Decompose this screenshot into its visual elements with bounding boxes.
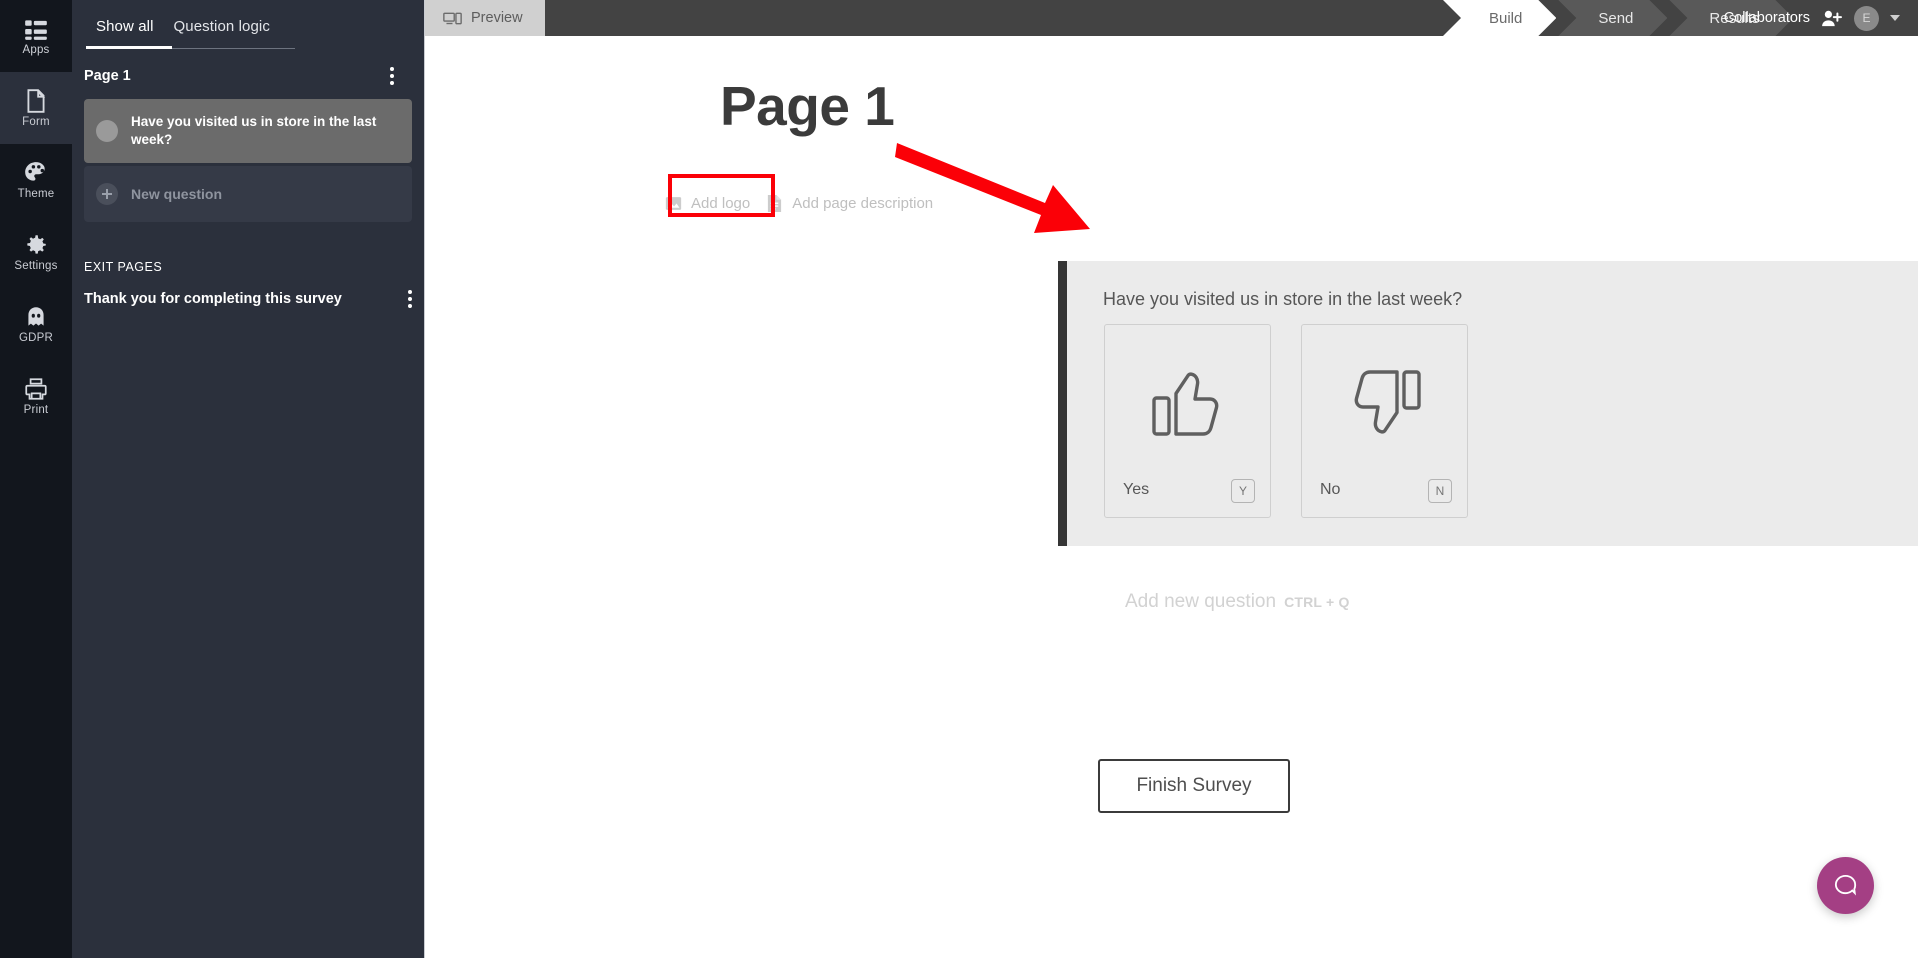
monitor-icon — [443, 11, 462, 26]
finish-survey-button[interactable]: Finish Survey — [1098, 759, 1290, 813]
rail-item-theme[interactable]: Theme — [0, 144, 72, 216]
page-options-kebab-icon[interactable] — [378, 63, 406, 89]
plus-icon — [96, 183, 118, 206]
description-document-icon — [766, 194, 783, 213]
add-logo-button[interactable]: Add logo — [657, 188, 758, 219]
rail-item-apps[interactable]: Apps — [0, 0, 72, 72]
add-page-description-label: Add page description — [792, 195, 934, 212]
choice-card-no[interactable]: No N — [1301, 324, 1468, 518]
rail-label-apps: Apps — [22, 43, 50, 56]
add-new-question-button[interactable]: Add new question CTRL + Q — [1125, 591, 1350, 613]
step-build[interactable]: Build — [1443, 0, 1556, 36]
sidebar-page-header: Page 1 — [72, 49, 424, 99]
preview-label: Preview — [471, 10, 523, 26]
sidebar-question-label: Have you visited us in store in the last… — [131, 114, 377, 148]
rail-item-gdpr[interactable]: GDPR — [0, 288, 72, 360]
left-icon-rail: Apps Form Theme Settings GDPR Print — [0, 0, 72, 958]
survey-builder-app: Apps Form Theme Settings GDPR Print Show… — [0, 0, 1918, 958]
question-accent-bar — [1058, 261, 1067, 546]
image-placeholder-icon — [665, 195, 682, 212]
chat-bubble-icon — [1832, 872, 1859, 899]
sidebar-page-title: Page 1 — [84, 68, 131, 84]
add-person-icon[interactable] — [1821, 9, 1843, 27]
exit-page-label: Thank you for completing this survey — [84, 291, 342, 308]
preview-button[interactable]: Preview — [425, 0, 545, 36]
tab-underline-rest — [172, 48, 295, 49]
finish-survey-label: Finish Survey — [1136, 775, 1252, 796]
exit-page-options-kebab-icon[interactable] — [396, 286, 424, 312]
sidebar-question-list: Have you visited us in store in the last… — [72, 99, 424, 223]
rail-label-print: Print — [23, 403, 49, 416]
collaborators-label[interactable]: Collaborators — [1724, 10, 1810, 26]
collaborators-area: Collaborators E — [1724, 0, 1900, 36]
question-title[interactable]: Have you visited us in store in the last… — [1103, 289, 1462, 310]
ghost-icon — [23, 304, 49, 330]
rail-label-settings: Settings — [14, 259, 58, 272]
sidebar-tabs: Show all Question logic — [72, 0, 424, 46]
help-chat-button[interactable] — [1817, 857, 1874, 914]
add-new-question-shortcut: CTRL + Q — [1284, 594, 1350, 610]
question-choices: Yes Y No N — [1104, 324, 1468, 518]
thumbs-down-icon — [1345, 366, 1425, 440]
step-send[interactable]: Send — [1558, 0, 1667, 36]
choice-card-yes[interactable]: Yes Y — [1104, 324, 1271, 518]
printer-icon — [23, 376, 49, 402]
palette-icon — [23, 160, 49, 186]
user-avatar[interactable]: E — [1854, 5, 1879, 31]
gear-icon — [23, 232, 49, 258]
thumbs-up-icon — [1148, 366, 1228, 440]
rail-label-gdpr: GDPR — [18, 331, 54, 344]
question-type-bullet-icon — [96, 120, 118, 143]
sidebar-question-item[interactable]: Have you visited us in store in the last… — [84, 99, 412, 164]
document-page-icon — [23, 88, 49, 114]
sidebar-new-question-label: New question — [131, 185, 223, 202]
sidebar-new-question-item[interactable]: New question — [84, 166, 412, 223]
exit-page-item[interactable]: Thank you for completing this survey — [72, 274, 424, 312]
choice-shortcut-no: N — [1428, 479, 1452, 503]
tab-show-all[interactable]: Show all — [86, 18, 164, 46]
page-meta-actions: Add logo Add page description — [657, 187, 941, 220]
rail-label-theme: Theme — [17, 187, 55, 200]
page-heading[interactable]: Page 1 — [720, 74, 895, 138]
exit-pages-heading: EXIT PAGES — [84, 260, 163, 275]
rail-item-print[interactable]: Print — [0, 360, 72, 432]
add-logo-label: Add logo — [691, 195, 751, 212]
choice-label-yes: Yes — [1123, 481, 1150, 498]
rail-item-settings[interactable]: Settings — [0, 216, 72, 288]
survey-canvas: Page 1 Add logo Add page description Hav… — [425, 36, 1918, 958]
add-page-description-button[interactable]: Add page description — [758, 187, 941, 220]
top-bar: Preview Build Send Results Collaborators… — [425, 0, 1918, 36]
tab-underline-active — [86, 46, 172, 49]
tab-question-logic[interactable]: Question logic — [164, 18, 280, 46]
apps-grid-icon — [23, 16, 49, 42]
question-sidebar: Show all Question logic Page 1 Have you … — [72, 0, 425, 958]
add-new-question-label: Add new question — [1125, 591, 1277, 612]
rail-item-form[interactable]: Form — [0, 72, 72, 144]
chevron-down-icon[interactable] — [1890, 15, 1900, 21]
rail-label-form: Form — [22, 115, 50, 128]
choice-shortcut-yes: Y — [1231, 479, 1255, 503]
question-block[interactable]: Have you visited us in store in the last… — [1058, 261, 1918, 546]
choice-label-no: No — [1320, 481, 1341, 498]
